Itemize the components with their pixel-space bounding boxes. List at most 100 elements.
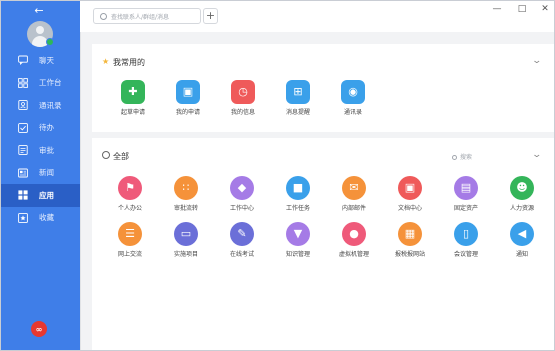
sidebar-divider bbox=[80, 1, 81, 350]
sidebar-item-label: 通讯录 bbox=[39, 100, 62, 110]
app-label: 实施项目 bbox=[173, 251, 198, 258]
sidebar-item-label: 审批 bbox=[39, 145, 54, 155]
apps-grid-icon: ∷ bbox=[174, 176, 198, 200]
apple-icon: ● bbox=[342, 222, 366, 246]
truck-icon: ▣ bbox=[398, 176, 422, 200]
sidebar-item-favorites[interactable]: 收藏 bbox=[1, 207, 80, 230]
app-tile[interactable]: ◉ 通讯录 bbox=[332, 80, 374, 116]
grid-icon bbox=[18, 77, 28, 88]
app-tile[interactable]: ▤ 固定资产 bbox=[445, 176, 487, 212]
minimize-icon[interactable]: — bbox=[491, 4, 503, 14]
alarm-icon: ◷ bbox=[231, 80, 255, 104]
top-bar: 查找联系人/群组/消息 + — □ ✕ bbox=[80, 1, 554, 32]
apps-search-input[interactable]: 搜索 bbox=[452, 152, 472, 161]
chevron-down-icon[interactable]: ⌄ bbox=[532, 56, 543, 66]
online-status-icon bbox=[46, 38, 54, 46]
sidebar-item-todo[interactable]: 待办 bbox=[1, 117, 80, 140]
app-label: 工作任务 bbox=[285, 205, 310, 212]
app-tile[interactable]: ▦ 报税报网站 bbox=[389, 222, 431, 258]
apps-icon bbox=[18, 190, 28, 200]
close-icon[interactable]: ✕ bbox=[539, 4, 551, 14]
diamond-icon: ◆ bbox=[230, 176, 254, 200]
search-input[interactable]: 查找联系人/群组/消息 bbox=[93, 8, 201, 24]
sidebar-nav: 聊天 工作台 通讯录 待办 审批 新闻 应用 收藏 bbox=[1, 49, 80, 229]
app-tile[interactable]: ⚑ 个人办公 bbox=[109, 176, 151, 212]
app-label: 消息提醒 bbox=[285, 109, 310, 116]
app-label: 审批流转 bbox=[173, 205, 198, 212]
message-plus-icon: ⊞ bbox=[286, 80, 310, 104]
sidebar: ← 聊天 工作台 通讯录 待办 审批 新闻 应用 收藏 ∞ bbox=[1, 1, 80, 350]
app-label: 文档中心 bbox=[397, 205, 422, 212]
funnel-icon: ▼ bbox=[286, 222, 310, 246]
contacts-icon bbox=[18, 100, 28, 111]
back-arrow-icon[interactable]: ← bbox=[32, 5, 46, 17]
checkbox-icon bbox=[18, 122, 28, 133]
app-window: ← 聊天 工作台 通讯录 待办 审批 新闻 应用 收藏 ∞ 查找联系人/群组/消… bbox=[0, 0, 555, 351]
person-icon: ☻ bbox=[510, 176, 534, 200]
list-icon: ☰ bbox=[118, 222, 142, 246]
calendar-icon: ▦ bbox=[398, 222, 422, 246]
app-label: 报税报网站 bbox=[394, 251, 425, 258]
app-tile[interactable]: ● 虚拟机管理 bbox=[333, 222, 375, 258]
app-label: 固定资产 bbox=[453, 205, 478, 212]
app-tile[interactable]: ▼ 知识管理 bbox=[277, 222, 319, 258]
favorites-title: 我常用的 bbox=[113, 58, 145, 67]
app-tile[interactable]: ◀ 通知 bbox=[501, 222, 543, 258]
app-label: 网上交流 bbox=[117, 251, 142, 258]
app-tile[interactable]: ✎ 在线考试 bbox=[221, 222, 263, 258]
app-label: 人力资源 bbox=[509, 205, 534, 212]
sidebar-item-label: 新闻 bbox=[39, 168, 54, 178]
sidebar-item-label: 待办 bbox=[39, 123, 54, 133]
chevron-down-icon[interactable]: ⌄ bbox=[532, 150, 543, 160]
app-tile[interactable]: ▣ 文档中心 bbox=[389, 176, 431, 212]
app-label: 个人办公 bbox=[117, 205, 142, 212]
maximize-icon[interactable]: □ bbox=[516, 4, 528, 14]
app-label: 在线考试 bbox=[229, 251, 254, 258]
approval-icon bbox=[18, 145, 28, 156]
sidebar-item-label: 工作台 bbox=[39, 78, 62, 88]
app-tile[interactable]: ☰ 网上交流 bbox=[109, 222, 151, 258]
app-label: 虚拟机管理 bbox=[338, 251, 369, 258]
bag-plus-icon: ✚ bbox=[121, 80, 145, 104]
favorites-panel: ★ 我常用的 ⌄ ✚ 起草申请 ▣ 我的申请 ◷ 我的信息 ⊞ 消息提醒 ◉ 通… bbox=[92, 44, 554, 132]
app-tile[interactable]: ▭ 实施项目 bbox=[165, 222, 207, 258]
app-label: 工作中心 bbox=[229, 205, 254, 212]
brand-logo-icon[interactable]: ∞ bbox=[31, 321, 47, 337]
news-icon bbox=[18, 168, 28, 178]
app-tile[interactable]: ◆ 工作中心 bbox=[221, 176, 263, 212]
app-label: 我的信息 bbox=[230, 109, 255, 116]
mail-icon: ✉ bbox=[342, 176, 366, 200]
person-edit-icon: ✎ bbox=[230, 222, 254, 246]
sidebar-item-approval[interactable]: 审批 bbox=[1, 139, 80, 162]
add-button[interactable]: + bbox=[203, 8, 218, 24]
gear-icon bbox=[102, 151, 110, 159]
sidebar-item-news[interactable]: 新闻 bbox=[1, 162, 80, 185]
app-tile[interactable]: ▣ 我的申请 bbox=[167, 80, 209, 116]
star-icon: ★ bbox=[102, 57, 110, 66]
search-icon bbox=[100, 12, 107, 20]
avatar-head bbox=[36, 26, 44, 34]
sidebar-item-chat[interactable]: 聊天 bbox=[1, 49, 80, 72]
app-label: 通讯录 bbox=[343, 109, 362, 116]
sidebar-item-label: 聊天 bbox=[39, 55, 54, 65]
sidebar-item-contacts[interactable]: 通讯录 bbox=[1, 94, 80, 117]
app-tile[interactable]: ⊞ 消息提醒 bbox=[277, 80, 319, 116]
app-tile[interactable]: ☻ 人力资源 bbox=[501, 176, 543, 212]
app-label: 我的申请 bbox=[175, 109, 200, 116]
speaker-icon: ◀ bbox=[510, 222, 534, 246]
app-tile[interactable]: ▯ 会议管理 bbox=[445, 222, 487, 258]
app-tile[interactable]: ◷ 我的信息 bbox=[222, 80, 264, 116]
tag-icon: ⚑ bbox=[118, 176, 142, 200]
bag-icon: ▣ bbox=[176, 80, 200, 104]
contact-book-icon: ◉ bbox=[341, 80, 365, 104]
app-tile[interactable]: ✚ 起草申请 bbox=[112, 80, 154, 116]
app-tile[interactable]: ∷ 审批流转 bbox=[165, 176, 207, 212]
window-icon: ▭ bbox=[174, 222, 198, 246]
favorites-icon bbox=[18, 212, 28, 223]
search-icon bbox=[452, 155, 457, 160]
app-tile[interactable]: ✉ 内部邮件 bbox=[333, 176, 375, 212]
phone-icon: ▯ bbox=[454, 222, 478, 246]
sidebar-item-apps[interactable]: 应用 bbox=[1, 184, 80, 207]
sidebar-item-workbench[interactable]: 工作台 bbox=[1, 72, 80, 95]
app-tile[interactable]: ■ 工作任务 bbox=[277, 176, 319, 212]
